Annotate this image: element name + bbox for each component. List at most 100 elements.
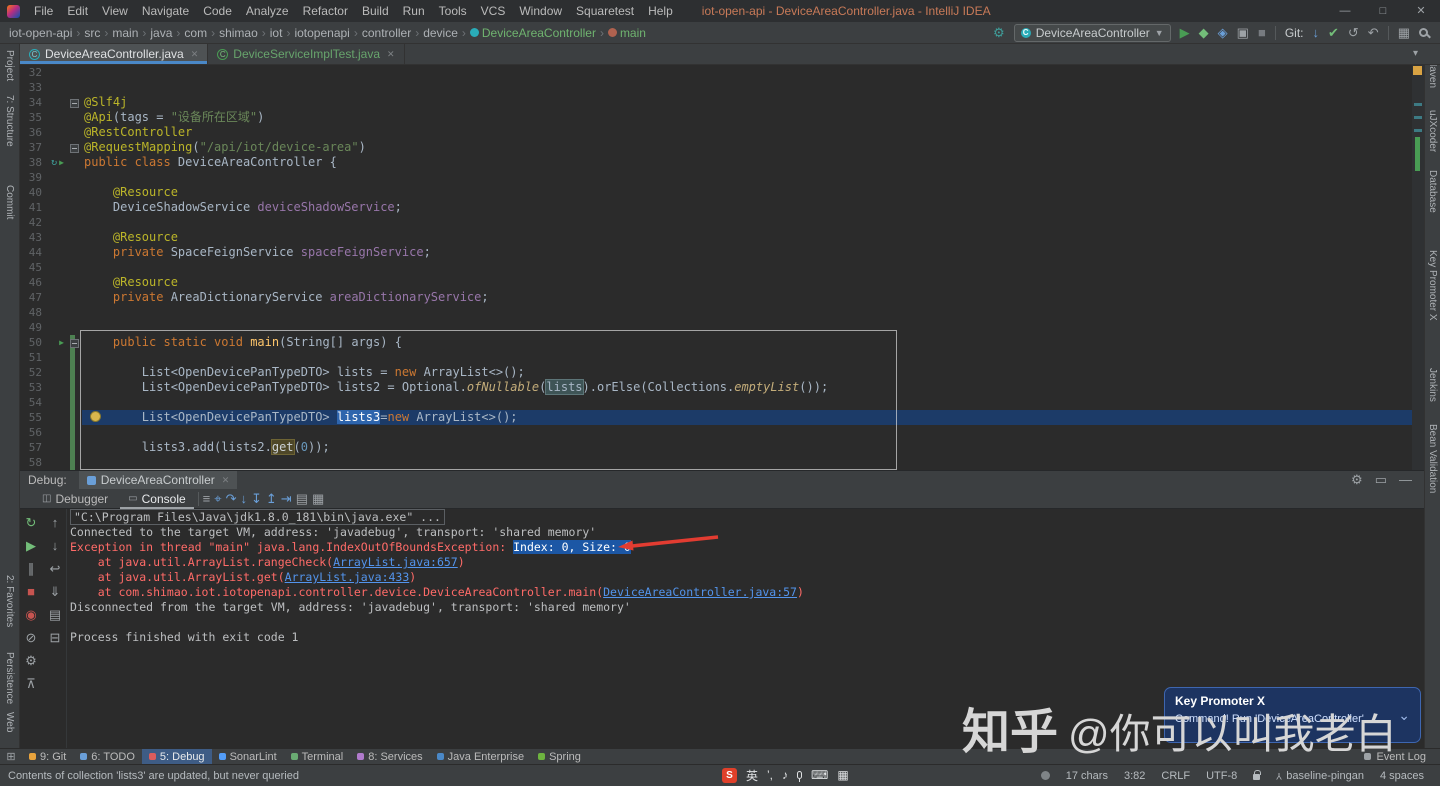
run-icon[interactable]: ▶	[1180, 25, 1190, 41]
code-line[interactable]: 51	[20, 350, 1412, 365]
tool-window-button[interactable]: Bean Validation	[1427, 424, 1438, 493]
tool-window-button[interactable]: Commit	[4, 185, 15, 219]
tool-window-button[interactable]: uJXcoder	[1427, 110, 1438, 152]
run-gutter-icon[interactable]: ▶	[59, 155, 64, 170]
code-line[interactable]: 33	[20, 80, 1412, 95]
code-line[interactable]: 41 DeviceShadowService deviceShadowServi…	[20, 200, 1412, 215]
code-line[interactable]: 36 @RestController	[20, 125, 1412, 140]
code-line[interactable]: 56	[20, 425, 1412, 440]
menu-item[interactable]: Squaretest	[569, 4, 641, 18]
status-item[interactable]: UTF-8	[1206, 770, 1237, 782]
menu-item[interactable]: Refactor	[296, 4, 355, 18]
layout-settings-icon[interactable]: ▦	[312, 491, 324, 507]
code-line[interactable]: 58	[20, 455, 1412, 470]
tool-window-button[interactable]: Key Promoter X	[1427, 250, 1438, 321]
run-class-gutter-icon[interactable]: ↻	[51, 155, 57, 170]
hidden-tabs-icon[interactable]: ▾	[1413, 48, 1418, 59]
console-output[interactable]: "C:\Program Files\Java\jdk1.8.0_181\bin\…	[70, 509, 804, 645]
keyboard-icon[interactable]: ⌨	[811, 768, 828, 782]
console-line[interactable]: at java.util.ArrayList.get(ArrayList.jav…	[70, 570, 804, 585]
breadcrumb-item[interactable]: iot-open-api	[8, 26, 73, 40]
settings-gear-icon[interactable]: ⚙	[1351, 472, 1363, 488]
breadcrumb-item[interactable]: src	[83, 26, 101, 40]
stop-icon[interactable]: ■	[1258, 25, 1266, 41]
status-item[interactable]: 17 chars	[1066, 770, 1108, 782]
tool-window-button[interactable]: Java Enterprise	[430, 749, 531, 765]
debug-icon[interactable]: ◆	[1199, 25, 1209, 41]
code-line[interactable]: 48	[20, 305, 1412, 320]
editor-scrollbar-stripe[interactable]	[1412, 65, 1424, 470]
fold-icon[interactable]	[69, 99, 79, 108]
status-item[interactable]: 3:82	[1124, 770, 1145, 782]
tool-window-button[interactable]: Terminal	[284, 749, 351, 765]
run-configuration-select[interactable]: C DeviceAreaController ▼	[1013, 23, 1171, 42]
step-over-icon[interactable]: ↷	[226, 491, 237, 507]
git-commit-icon[interactable]: ✔	[1328, 25, 1339, 41]
chevron-down-icon[interactable]: ⌄	[1398, 707, 1410, 724]
resume-icon[interactable]: ▶	[26, 538, 36, 554]
float-mode-icon[interactable]: ▭	[1375, 472, 1387, 488]
menu-item[interactable]: Tools	[432, 4, 474, 18]
code-line[interactable]: 54	[20, 395, 1412, 410]
breadcrumb-item[interactable]: java	[149, 26, 173, 40]
sogou-input-icon[interactable]: S	[722, 767, 737, 783]
editor-tab[interactable]: C DeviceAreaController.java ✕	[20, 44, 209, 64]
console-line[interactable]: Connected to the target VM, address: 'ja…	[70, 525, 804, 540]
status-message[interactable]: Contents of collection 'lists3' are upda…	[8, 770, 299, 782]
sound-icon[interactable]: ♪	[782, 768, 788, 782]
breadcrumb-item[interactable]: com	[183, 26, 208, 40]
code-line[interactable]: 47 private AreaDictionaryService areaDic…	[20, 290, 1412, 305]
code-editor[interactable]: 32 33 34 @Slf4j 35 @Api(tags = "设备所在区域") 36 @Re…	[20, 65, 1412, 470]
menu-item[interactable]: Analyze	[239, 4, 296, 18]
tool-window-button[interactable]: SonarLint	[212, 749, 284, 765]
status-item[interactable]: CRLF	[1161, 770, 1190, 782]
code-line[interactable]: 55 List<OpenDevicePanTypeDTO> lists3=new…	[20, 410, 1412, 425]
code-line[interactable]: 34 @Slf4j	[20, 95, 1412, 110]
console-line[interactable]: at com.shimao.iot.iotopenapi.controller.…	[70, 585, 804, 600]
console-line[interactable]	[70, 615, 804, 630]
menu-item[interactable]: Window	[512, 4, 569, 18]
tool-window-button[interactable]: Jenkins	[1427, 368, 1438, 402]
layout-icon[interactable]: ▦	[1398, 25, 1410, 41]
error-stripe-warning-mark[interactable]	[1413, 66, 1422, 75]
evaluate-expression-icon[interactable]: ▤	[296, 491, 308, 507]
force-step-into-icon[interactable]: ↧	[251, 491, 262, 507]
console-line[interactable]: Process finished with exit code 1	[70, 630, 804, 645]
tool-window-switcher-icon[interactable]: ⊞	[0, 750, 22, 763]
code-line[interactable]: 53 List<OpenDevicePanTypeDTO> lists2 = O…	[20, 380, 1412, 395]
tool-window-button[interactable]: 6: TODO	[73, 749, 142, 765]
console-line[interactable]: at java.util.ArrayList.rangeCheck(ArrayL…	[70, 555, 804, 570]
maximize-button[interactable]: □	[1364, 0, 1402, 22]
stack-trace-link[interactable]: DeviceAreaController.java:57	[603, 585, 797, 599]
jump-to-top-icon[interactable]: ↑	[52, 515, 59, 531]
code-line[interactable]: 44 private SpaceFeignService spaceFeignS…	[20, 245, 1412, 260]
menu-item[interactable]: VCS	[474, 4, 513, 18]
debug-session-tab[interactable]: DeviceAreaController ✕	[78, 470, 238, 490]
menu-item[interactable]: Help	[641, 4, 680, 18]
code-line[interactable]: 32	[20, 65, 1412, 80]
wrench-icon[interactable]: ⚙	[993, 25, 1005, 41]
run-gutter-icon[interactable]: ▶	[59, 335, 64, 350]
editor-tab[interactable]: C DeviceServiceImplTest.java ✕	[208, 44, 405, 64]
search-icon[interactable]	[1419, 28, 1428, 37]
step-into-icon[interactable]: ↓	[240, 491, 247, 507]
code-line[interactable]: 38 ↻ ▶ public class DeviceAreaController {	[20, 155, 1412, 170]
code-line[interactable]: 57 lists3.add(lists2.get(0));	[20, 440, 1412, 455]
event-log-button[interactable]: Event Log	[1376, 751, 1426, 763]
rerun-icon[interactable]: ↻	[26, 515, 37, 531]
show-execution-point-icon[interactable]: ⌖	[214, 491, 221, 507]
tool-window-button[interactable]: 7: Structure	[4, 95, 15, 147]
console-line[interactable]: "C:\Program Files\Java\jdk1.8.0_181\bin\…	[70, 509, 804, 525]
close-button[interactable]: ✕	[1402, 0, 1440, 22]
clear-console-icon[interactable]: ⊟	[50, 630, 61, 646]
ime-toolbox-icon[interactable]: ▦	[837, 768, 848, 782]
status-item[interactable]: 4 spaces	[1380, 770, 1424, 782]
error-stripe-mark[interactable]	[1414, 103, 1422, 106]
console-line[interactable]: Disconnected from the target VM, address…	[70, 600, 804, 615]
tool-window-button[interactable]: 8: Services	[350, 749, 429, 765]
rollback-icon[interactable]: ↶	[1368, 25, 1379, 41]
error-stripe-mark[interactable]	[1414, 116, 1422, 119]
menu-item[interactable]: Run	[396, 4, 432, 18]
key-promoter-notification[interactable]: Key Promoter X Command! Run 'DeviceAreaC…	[1164, 687, 1421, 743]
fold-icon[interactable]	[69, 144, 79, 153]
